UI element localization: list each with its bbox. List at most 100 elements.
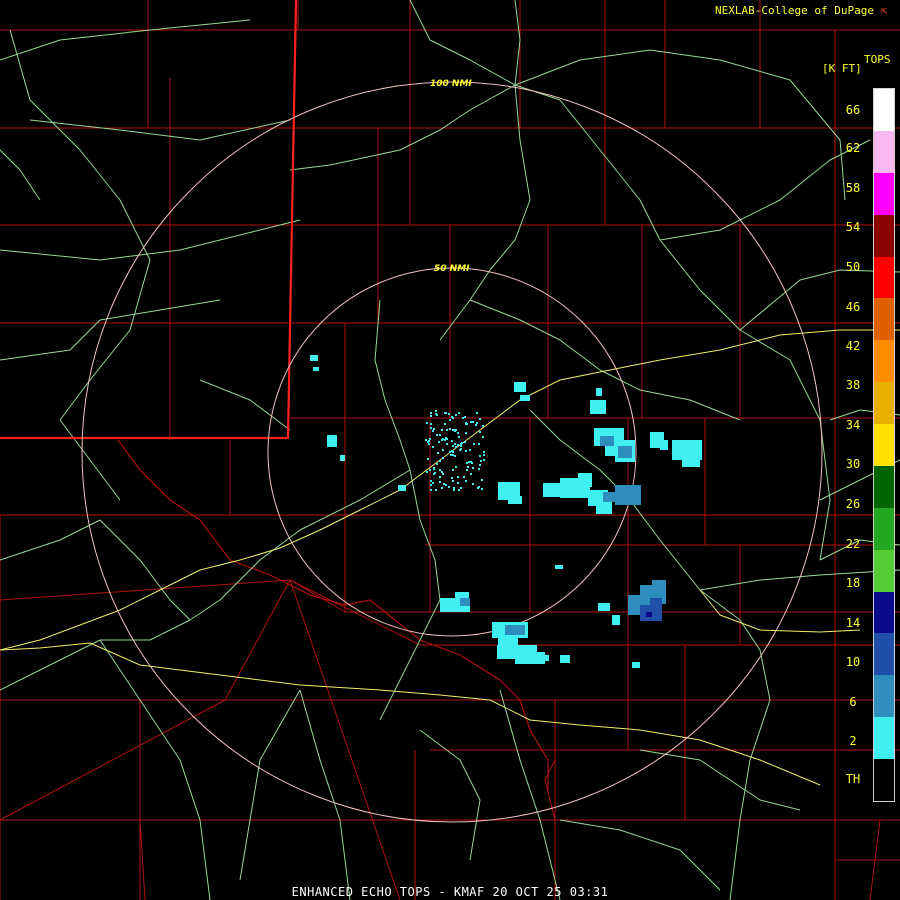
legend-tick-label: 58 (845, 181, 861, 195)
radar-echo (439, 469, 441, 471)
radar-echo (498, 635, 518, 645)
radar-echo (590, 400, 606, 414)
radar-echo (433, 467, 435, 469)
legend-title: TOPS (864, 53, 891, 66)
radar-echo (481, 488, 483, 490)
radar-echo (632, 662, 640, 668)
legend-tick-label: TH (845, 772, 861, 786)
radar-echo (467, 466, 469, 468)
radar-echo (600, 436, 614, 446)
radar-echo (478, 468, 480, 470)
radar-echo (596, 500, 612, 514)
legend-swatch (874, 717, 894, 760)
radar-echo (470, 461, 472, 463)
county-line (544, 759, 556, 821)
radar-echo (468, 461, 470, 463)
radar-echo (469, 449, 471, 451)
legend-tick-label: 38 (845, 378, 861, 392)
highway-line (0, 519, 101, 561)
radar-echo (462, 417, 464, 419)
radar-echo (460, 448, 462, 450)
radar-echo (476, 412, 478, 414)
radar-echo (445, 437, 447, 439)
legend-swatch (874, 759, 894, 802)
radar-echo (466, 469, 468, 471)
radar-echo (313, 367, 319, 371)
radar-echo (446, 429, 448, 431)
radar-echo (442, 473, 444, 475)
radar-echo (520, 395, 530, 401)
legend-swatch (874, 89, 894, 132)
radar-echo (451, 450, 453, 452)
radar-echo (436, 434, 438, 436)
radar-echo (598, 603, 610, 611)
radar-echo (442, 457, 444, 459)
radar-echo (439, 460, 441, 462)
highway-line (514, 49, 846, 201)
highway-line (0, 299, 221, 361)
legend-tick-label: 14 (845, 616, 861, 630)
radar-echo (682, 455, 700, 467)
radar-echo (465, 432, 467, 434)
radar-echo (427, 458, 429, 460)
radar-echo (618, 446, 632, 458)
radar-echo (470, 473, 472, 475)
product-footer: ENHANCED ECHO TOPS - KMAF 20 OCT 25 03:3… (291, 885, 609, 899)
radar-echo (451, 416, 453, 418)
legend-tick-label: 18 (845, 576, 861, 590)
legend-swatch (874, 507, 894, 551)
radar-echo (646, 612, 652, 617)
legend-tick-label: 6 (849, 695, 857, 709)
radar-echo (457, 432, 459, 434)
highway-line (499, 689, 561, 900)
radar-echo (450, 454, 452, 456)
radar-echo (473, 443, 475, 445)
radar-echo (432, 482, 434, 484)
highway-line (559, 819, 721, 891)
legend-tick-label: 66 (845, 103, 861, 117)
radar-echo (505, 625, 525, 635)
radar-echo (451, 440, 453, 442)
radar-echo (430, 484, 432, 486)
radar-echo (398, 485, 406, 491)
radar-echo (425, 439, 427, 441)
interstate-line (0, 489, 401, 651)
radar-echo (472, 467, 474, 469)
legend-swatch (874, 549, 894, 593)
highway-line (514, 0, 521, 86)
radar-echo (432, 430, 434, 432)
legend-tick-label: 50 (845, 260, 861, 274)
radar-echo (535, 655, 549, 661)
radar-echo (340, 455, 345, 461)
highway-line (439, 84, 531, 341)
radar-echo (452, 445, 454, 447)
highway-line (409, 0, 516, 86)
radar-echo (310, 355, 318, 361)
radar-echo (449, 419, 451, 421)
radar-echo (461, 442, 463, 444)
legend-tick-label: 2 (849, 734, 857, 748)
radar-echo (460, 598, 470, 606)
radar-echo (508, 496, 522, 504)
radar-echo (479, 431, 481, 433)
radar-echo (650, 598, 662, 612)
radar-echo (453, 489, 455, 491)
radar-echo (475, 424, 477, 426)
radar-echo (441, 471, 443, 473)
radar-echo (430, 412, 432, 414)
radar-echo (445, 412, 447, 414)
interstate-line (0, 642, 821, 786)
radar-echo (454, 443, 456, 445)
radar-echo (448, 413, 450, 415)
radar-echo (578, 473, 592, 487)
radar-echo (430, 415, 432, 417)
radar-echo (455, 446, 457, 448)
highway-line (0, 19, 251, 61)
radar-map[interactable]: 100 NMI 50 NMI (0, 0, 900, 900)
radar-echo (470, 421, 472, 423)
radar-echo (615, 485, 641, 505)
radar-echo (448, 486, 450, 488)
legend-swatch (874, 465, 894, 509)
radar-echo (433, 473, 435, 475)
radar-echo (428, 443, 430, 445)
